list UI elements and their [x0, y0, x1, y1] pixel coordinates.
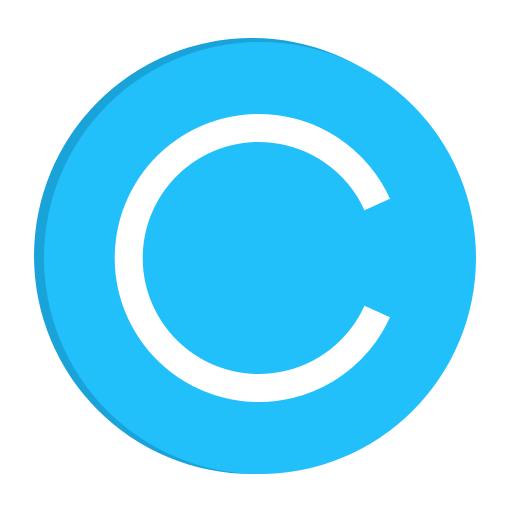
copyright-icon	[34, 38, 476, 474]
app-icon[interactable]	[0, 0, 512, 512]
icon-circle	[44, 42, 476, 474]
